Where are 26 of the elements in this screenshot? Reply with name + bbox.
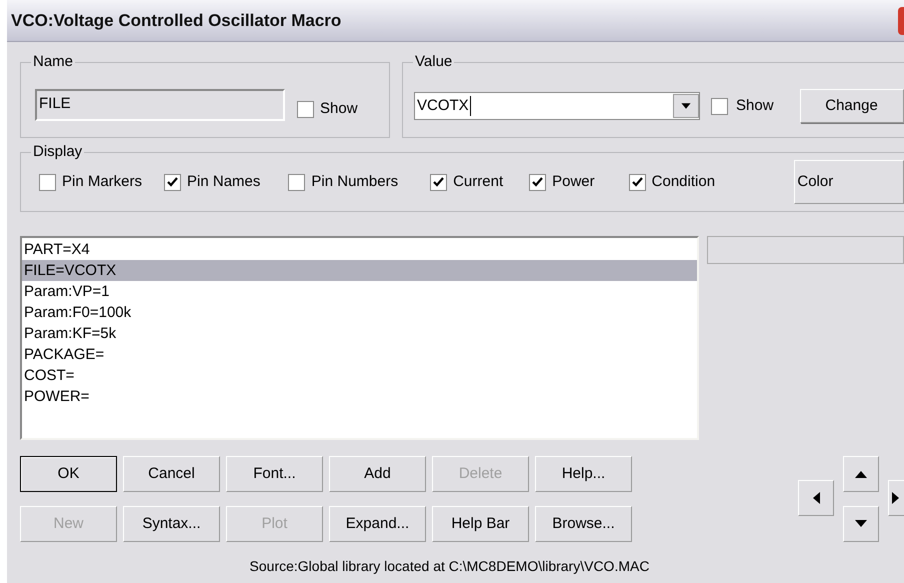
window-title: VCO:Voltage Controlled Oscillator Macro [10,10,342,32]
checkbox-label: Show [736,96,774,116]
checkbox-label: Pin Markers [62,172,142,192]
dialog-button[interactable]: Font... [226,456,323,492]
dialog-button[interactable]: OK [20,456,117,492]
dialog-button[interactable]: Expand... [329,506,426,542]
checkbox-label: Power [552,172,595,192]
checkbox-label: Current [453,172,504,192]
checkbox-label: Condition [652,172,716,192]
checkbox-label: Pin Names [187,172,260,192]
dialog-button[interactable]: Help... [535,456,632,492]
group-label: Display [31,142,84,162]
checkbox-label: Show [320,98,358,119]
dialog-button[interactable]: Add [329,456,426,492]
value-combo-box[interactable]: VCOTX [414,92,700,120]
dialog-button[interactable]: Help Bar [432,506,529,542]
dialog-button[interactable]: Cancel [123,456,220,492]
dialog-button[interactable]: Syntax... [123,506,220,542]
change-button[interactable]: Change [800,89,904,123]
combo-value: VCOTX [415,96,471,116]
color-button[interactable]: Color [794,160,904,204]
name-field[interactable]: FILE [35,89,285,121]
list-item[interactable]: FILE=VCOTX [22,260,697,281]
checkbox-label: Pin Numbers [311,172,398,192]
source-path-text: Source:Global library located at C:\MC8DEMO\library\VCO.MAC [250,557,650,576]
dialog-button[interactable]: Browse... [535,506,632,542]
